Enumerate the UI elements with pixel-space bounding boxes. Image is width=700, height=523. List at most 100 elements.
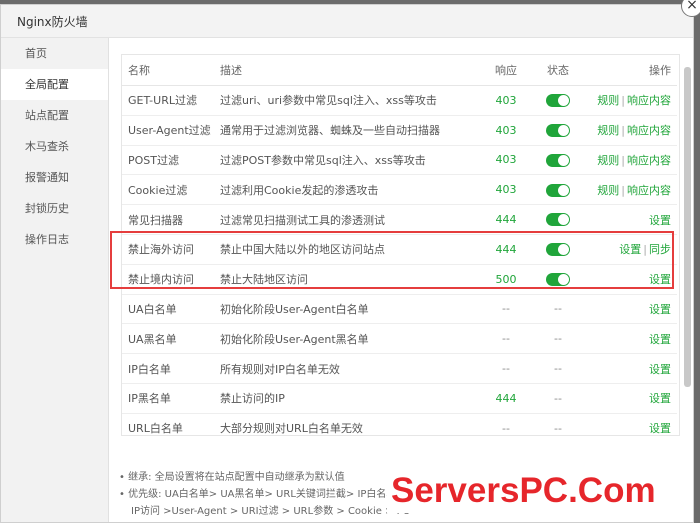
- rule-name: GET-URL过滤: [122, 85, 214, 116]
- rule-response: 444: [482, 383, 530, 414]
- sidebar-item[interactable]: 封锁历史: [1, 193, 108, 224]
- rule-response: 444: [482, 204, 530, 235]
- notes: • 继承: 全局设置将在站点配置中自动继承为默认值 • 优先级: UA白名单> …: [119, 469, 411, 520]
- rule-ops: 设置: [586, 413, 677, 435]
- rule-status: [530, 145, 586, 176]
- window-title: Nginx防火墙: [17, 15, 88, 29]
- status-toggle[interactable]: [546, 183, 570, 197]
- rule-ops: 设置: [586, 383, 677, 414]
- rule-desc: 通常用于过滤浏览器、蜘蛛及一些自动扫描器: [214, 115, 482, 146]
- rule-desc: 过滤利用Cookie发起的渗透攻击: [214, 174, 482, 206]
- status-toggle[interactable]: [546, 94, 570, 108]
- table-row: 常见扫描器 过滤常见扫描测试工具的渗透测试 444 设置: [122, 204, 677, 235]
- ops-link[interactable]: 设置: [649, 422, 671, 435]
- sidebar-item[interactable]: 木马查杀: [1, 131, 108, 162]
- rule-status: --: [530, 413, 586, 435]
- status-toggle[interactable]: [546, 123, 570, 137]
- table-row: IP黑名单 禁止访问的IP 444 -- 设置: [122, 383, 677, 414]
- rule-desc: 初始化阶段User-Agent白名单: [214, 294, 482, 325]
- note-line: • 优先级: UA白名单> UA黑名单> URL关键词拦截> IP白名单 >: [119, 489, 408, 500]
- rule-status: [530, 204, 586, 235]
- ops-link[interactable]: 设置: [649, 363, 671, 376]
- toggle-knob: [558, 124, 569, 136]
- sidebar-item[interactable]: 操作日志: [1, 224, 108, 255]
- header-response: 响应: [482, 55, 530, 86]
- table-row: IP白名单 所有规则对IP白名单无效 -- -- 设置: [122, 353, 677, 384]
- ops-link[interactable]: 规则: [597, 124, 619, 137]
- rule-response: 403: [482, 85, 530, 116]
- ops-link[interactable]: 响应内容: [627, 94, 671, 107]
- scrollbar[interactable]: [684, 67, 691, 387]
- sidebar-item[interactable]: 首页: [1, 38, 108, 69]
- ops-link[interactable]: 响应内容: [627, 124, 671, 137]
- rule-desc: 过滤POST参数中常见sql注入、xss等攻击: [214, 145, 482, 176]
- note-line: • 继承: 全局设置将在站点配置中自动继承为默认值: [119, 472, 345, 483]
- rule-name: Cookie过滤: [122, 174, 214, 206]
- rule-desc: 过滤常见扫描测试工具的渗透测试: [214, 204, 482, 235]
- ops-link[interactable]: 规则: [597, 184, 619, 197]
- table-row: Cookie过滤 过滤利用Cookie发起的渗透攻击 403 规则 | 响应内容: [122, 174, 677, 206]
- sidebar: 首页 全局配置 站点配置 木马查杀 报警通知 封锁历史 操作日志: [1, 38, 109, 522]
- rule-desc: 大部分规则对URL白名单无效: [214, 413, 482, 435]
- toggle-knob: [558, 214, 569, 226]
- highlight-box: [110, 231, 674, 289]
- rule-name: UA白名单: [122, 294, 214, 325]
- rule-response: 403: [482, 145, 530, 176]
- ops-link[interactable]: 设置: [649, 333, 671, 346]
- rule-desc: 初始化阶段User-Agent黑名单: [214, 323, 482, 355]
- rule-status: [530, 115, 586, 146]
- table-header-row: 名称 描述 响应 状态 操作: [122, 55, 677, 86]
- rule-status: [530, 85, 586, 116]
- rule-desc: 禁止访问的IP: [214, 383, 482, 414]
- rule-status: --: [530, 294, 586, 325]
- header-status: 状态: [530, 55, 586, 86]
- table-row: UA黑名单 初始化阶段User-Agent黑名单 -- -- 设置: [122, 323, 677, 355]
- header-desc: 描述: [214, 55, 482, 86]
- rule-response: --: [482, 323, 530, 355]
- rule-ops: 规则 | 响应内容: [586, 174, 677, 206]
- sidebar-item[interactable]: 全局配置: [1, 69, 108, 100]
- rule-ops: 设置: [586, 204, 677, 235]
- status-toggle[interactable]: [546, 153, 570, 167]
- rule-desc: 过滤uri、uri参数中常见sql注入、xss等攻击: [214, 85, 482, 116]
- ops-link[interactable]: 设置: [649, 392, 671, 405]
- rule-name: URL白名单: [122, 413, 214, 435]
- rule-response: --: [482, 413, 530, 435]
- toggle-knob: [558, 154, 569, 166]
- rule-name: POST过滤: [122, 145, 214, 176]
- header-name: 名称: [122, 55, 214, 86]
- rule-name: User-Agent过滤: [122, 115, 214, 146]
- rule-status: --: [530, 353, 586, 384]
- rule-ops: 规则 | 响应内容: [586, 85, 677, 116]
- ops-separator: |: [621, 153, 625, 167]
- ops-link[interactable]: 规则: [597, 154, 619, 167]
- rule-status: --: [530, 383, 586, 414]
- note-line: IP访问 >User-Agent > URI过滤 > URL参数 > Cooki…: [131, 506, 411, 517]
- rule-name: IP黑名单: [122, 383, 214, 414]
- ops-separator: |: [621, 94, 625, 108]
- rule-ops: 设置: [586, 323, 677, 355]
- table-row: GET-URL过滤 过滤uri、uri参数中常见sql注入、xss等攻击 403 规则…: [122, 85, 677, 116]
- rule-name: UA黑名单: [122, 323, 214, 355]
- rule-response: --: [482, 294, 530, 325]
- ops-link[interactable]: 设置: [649, 214, 671, 227]
- ops-separator: |: [621, 124, 625, 138]
- watermark-text: ServersPC.Com: [391, 471, 656, 510]
- ops-link[interactable]: 设置: [649, 303, 671, 316]
- status-toggle[interactable]: [546, 213, 570, 227]
- rule-ops: 规则 | 响应内容: [586, 115, 677, 146]
- sidebar-item[interactable]: 报警通知: [1, 162, 108, 193]
- rule-status: --: [530, 323, 586, 355]
- titlebar: Nginx防火墙: [1, 5, 693, 38]
- ops-link[interactable]: 响应内容: [627, 184, 671, 197]
- sidebar-item[interactable]: 站点配置: [1, 100, 108, 131]
- rule-ops: 设置: [586, 294, 677, 325]
- rule-status: [530, 174, 586, 206]
- ops-link[interactable]: 响应内容: [627, 154, 671, 167]
- rule-response: 403: [482, 115, 530, 146]
- ops-link[interactable]: 规则: [597, 94, 619, 107]
- rule-ops: 设置: [586, 353, 677, 384]
- table-row: UA白名单 初始化阶段User-Agent白名单 -- -- 设置: [122, 294, 677, 325]
- toggle-knob: [558, 95, 569, 107]
- rule-response: --: [482, 353, 530, 384]
